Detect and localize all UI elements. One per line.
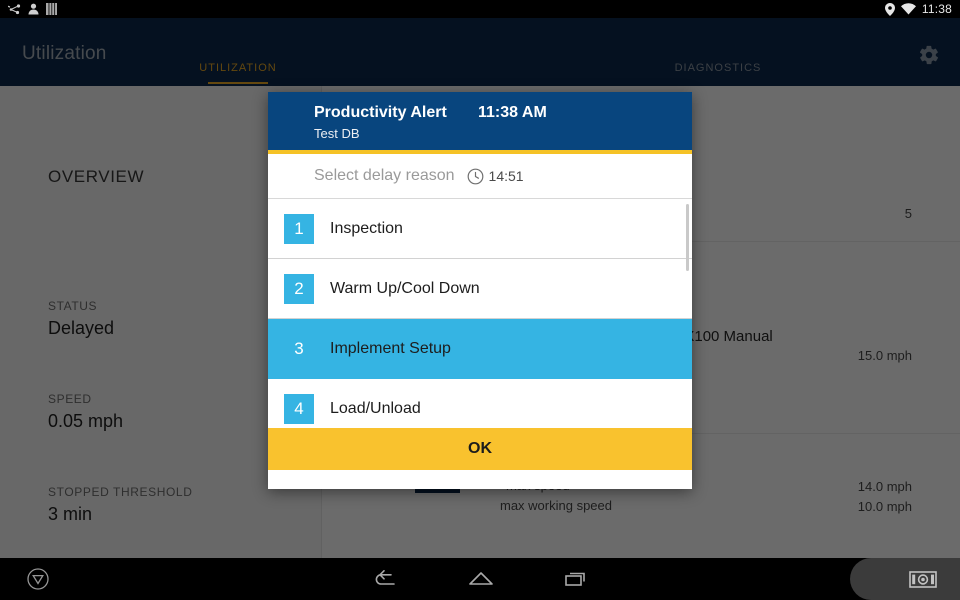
option-label: Warm Up/Cool Down (330, 279, 480, 297)
option-number-badge: 1 (284, 213, 314, 244)
status-bar-left-icons (8, 3, 57, 15)
dialog-header: Productivity Alert 11:38 AM Test DB (268, 92, 692, 154)
wifi-icon (900, 3, 916, 15)
dialog-prompt-text: Select delay reason (314, 167, 455, 184)
option-label: Implement Setup (330, 339, 451, 357)
option-label: Load/Unload (330, 399, 421, 417)
screenshot-panel (850, 558, 960, 600)
assist-circle-icon[interactable] (26, 567, 50, 596)
delay-reason-list[interactable]: 1 Inspection 2 Warm Up/Cool Down 3 Imple… (268, 199, 692, 428)
status-bar-right-icons: 11:38 (884, 2, 952, 16)
status-bar-clock: 11:38 (921, 2, 952, 16)
location-pin-icon (884, 2, 895, 16)
dialog-title: Productivity Alert (314, 104, 447, 121)
screenshot-camera-icon[interactable] (908, 567, 938, 596)
ok-button[interactable]: OK (268, 428, 692, 470)
share-nodes-icon (8, 3, 21, 15)
back-icon[interactable] (368, 567, 398, 596)
productivity-alert-dialog: Productivity Alert 11:38 AM Test DB Sele… (268, 92, 692, 489)
person-icon (28, 3, 39, 15)
android-status-bar: 11:38 (0, 0, 960, 18)
android-navigation-bar (0, 558, 960, 600)
dialog-countdown-timer: 14:51 (488, 168, 524, 184)
dialog-subtitle: Test DB (314, 126, 360, 141)
option-number-badge: 3 (294, 338, 304, 358)
option-number-badge: 4 (284, 393, 314, 424)
option-label: Inspection (330, 219, 403, 237)
clock-icon (467, 168, 484, 185)
dialog-prompt-row: Select delay reason 14:51 (268, 154, 692, 199)
recents-icon[interactable] (562, 567, 592, 596)
home-icon[interactable] (466, 567, 496, 596)
list-item[interactable]: 4 Load/Unload (268, 379, 692, 428)
dialog-time: 11:38 AM (478, 104, 547, 121)
list-item-selected[interactable]: 3 Implement Setup (268, 319, 692, 379)
list-item[interactable]: 1 Inspection (268, 199, 692, 259)
list-item[interactable]: 2 Warm Up/Cool Down (268, 259, 692, 319)
option-number-badge: 2 (284, 273, 314, 304)
sim-bars-icon (46, 3, 57, 15)
list-scrollbar[interactable] (686, 204, 689, 271)
